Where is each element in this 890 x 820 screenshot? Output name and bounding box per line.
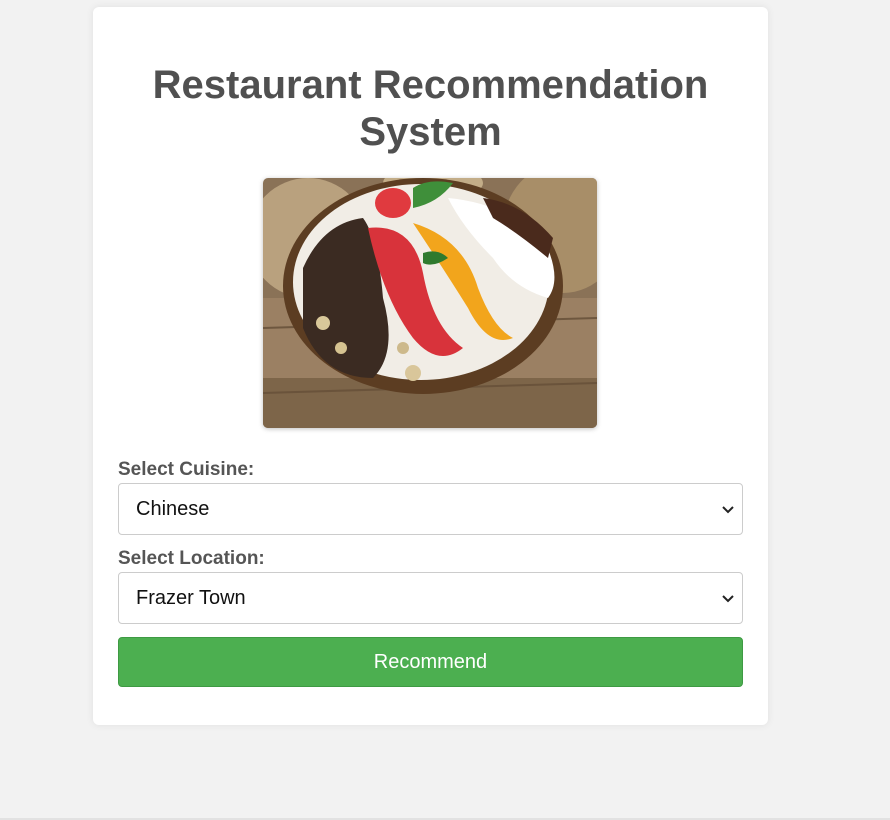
location-select-value: Frazer Town	[136, 587, 246, 609]
cuisine-select[interactable]: Chinese	[118, 483, 743, 535]
cuisine-label: Select Cuisine:	[118, 459, 255, 480]
location-label: Select Location:	[118, 548, 265, 569]
location-select[interactable]: Frazer Town	[118, 572, 743, 624]
recommendation-card: Restaurant Recommendation System Select …	[93, 7, 768, 725]
cuisine-select-value: Chinese	[136, 498, 210, 520]
food-bowl-image	[263, 178, 597, 428]
chevron-down-icon	[722, 595, 734, 603]
recommend-button[interactable]: Recommend	[118, 637, 743, 687]
chevron-down-icon	[722, 506, 734, 514]
page-title: Restaurant Recommendation System	[152, 63, 709, 154]
